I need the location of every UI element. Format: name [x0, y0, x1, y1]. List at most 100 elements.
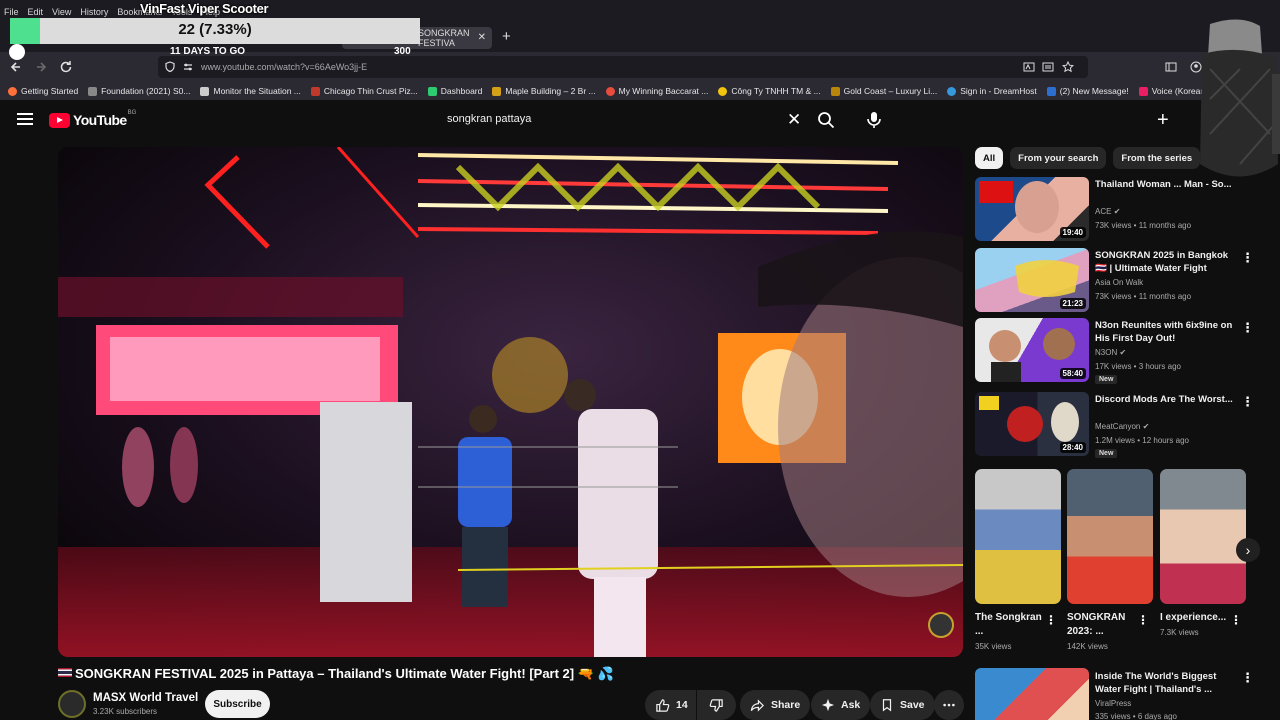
short-item[interactable]: I experience... 7.3K views ⋮	[1160, 469, 1246, 637]
more-actions-button[interactable]	[934, 690, 964, 720]
bookmark-item[interactable]: Foundation (2021) S0...	[88, 86, 190, 96]
search-query[interactable]: songkran pattaya	[447, 113, 531, 125]
channel-avatar[interactable]	[58, 690, 86, 718]
guide-menu-icon[interactable]	[17, 113, 33, 127]
bookmark-item[interactable]: Monitor the Situation ...	[200, 86, 301, 96]
reload-icon[interactable]	[58, 59, 74, 75]
short-title[interactable]: I experience...	[1160, 611, 1230, 625]
bookmark-item[interactable]: Dashboard	[427, 86, 483, 96]
permissions-icon[interactable]	[182, 61, 194, 73]
recommendation-title[interactable]: N3on Reunites with 6ix9ine on His First …	[1095, 319, 1235, 345]
chip-from-your-search[interactable]: From your search	[1010, 147, 1107, 169]
bookmark-label: Dashboard	[440, 86, 483, 96]
bookmark-item[interactable]: Getting Started	[8, 86, 78, 96]
bookmark-item[interactable]: Maple Building – 2 Br ...	[492, 86, 596, 96]
reader-icon[interactable]	[1042, 61, 1054, 73]
short-thumbnail[interactable]	[1160, 469, 1246, 604]
more-options-icon[interactable]: ⋮	[1241, 670, 1254, 686]
recommendation-item[interactable]: 21:23 SONGKRAN 2025 in Bangkok 🇹🇭 | Ulti…	[975, 248, 1275, 314]
bookmark-item[interactable]: Sign in - DreamHost	[947, 86, 1037, 96]
bookmark-item[interactable]: Gold Coast – Luxury Li...	[830, 86, 937, 96]
recommendation-meta: 17K views • 3 hours ago	[1095, 362, 1181, 371]
recommendation-title[interactable]: Inside The World's Biggest Water Fight |…	[1095, 670, 1235, 696]
bookmark-star-icon[interactable]	[1062, 61, 1074, 73]
more-options-icon[interactable]: ⋮	[1137, 613, 1149, 627]
bookmark-item[interactable]: My Winning Baccarat ...	[605, 86, 708, 96]
more-options-icon[interactable]: ⋮	[1241, 250, 1254, 266]
recommendation-title[interactable]: Thailand Woman ... Man - So...	[1095, 178, 1235, 191]
menu-edit[interactable]: Edit	[28, 7, 44, 17]
short-views: 142K views	[1067, 642, 1108, 651]
more-options-icon[interactable]: ⋮	[1230, 613, 1242, 627]
menu-history[interactable]: History	[80, 7, 108, 17]
recommendation-channel[interactable]: ViralPress	[1095, 699, 1131, 708]
recommendation-channel[interactable]: N3ON ✔	[1095, 348, 1126, 357]
recommendation-channel[interactable]: Asia On Walk	[1095, 278, 1143, 287]
recommendation-title[interactable]: SONGKRAN 2025 in Bangkok 🇹🇭 | Ultimate W…	[1095, 249, 1235, 275]
video-title-text: SONGKRAN FESTIVAL 2025 in Pattaya – Thai…	[75, 666, 614, 681]
more-options-icon[interactable]: ⋮	[1045, 613, 1057, 627]
share-button[interactable]: Share	[740, 690, 811, 720]
subscribe-button[interactable]: Subscribe	[205, 690, 270, 718]
more-options-icon[interactable]: ⋮	[1241, 394, 1254, 410]
like-button[interactable]: 14	[645, 690, 696, 720]
short-thumbnail[interactable]	[1067, 469, 1153, 604]
chevron-right-icon[interactable]: ›	[1236, 538, 1260, 562]
translate-icon[interactable]	[1023, 61, 1035, 73]
recommendation-item[interactable]: 28:40 Discord Mods Are The Worst... Meat…	[975, 392, 1275, 458]
video-player[interactable]	[58, 147, 963, 657]
menu-view[interactable]: View	[52, 7, 71, 17]
search-icon[interactable]	[816, 110, 836, 130]
recommendation-channel[interactable]: MeatCanyon ✔	[1095, 422, 1149, 431]
new-tab-icon[interactable]: +	[502, 28, 511, 45]
recommendation-item[interactable]: 58:40 N3on Reunites with 6ix9ine on His …	[975, 318, 1275, 384]
create-button[interactable]: +	[1157, 109, 1169, 132]
channel-name[interactable]: MASX World Travel	[93, 692, 198, 704]
youtube-logo[interactable]: YouTube BG	[49, 110, 136, 128]
bookmark-icon	[882, 699, 892, 712]
bookmark-item[interactable]: (2) New Message!	[1046, 86, 1129, 96]
menu-file[interactable]: File	[4, 7, 19, 17]
dislike-button[interactable]	[696, 690, 736, 720]
sidebar-toggle-icon[interactable]	[9, 44, 25, 60]
bookmark-item[interactable]: Công Ty TNHH TM & ...	[718, 86, 821, 96]
video-thumbnail[interactable]: 19:40	[975, 177, 1089, 241]
chip-all[interactable]: All	[975, 147, 1004, 169]
sidebar-icon[interactable]	[1165, 61, 1177, 73]
recommendation-item[interactable]: 19:40 Thailand Woman ... Man - So... ACE…	[975, 177, 1275, 243]
bookmark-label: (2) New Message!	[1059, 86, 1129, 96]
microphone-icon[interactable]	[864, 110, 884, 130]
shield-icon[interactable]	[164, 61, 176, 73]
video-thumbnail[interactable]	[975, 668, 1089, 720]
chip-from-the-series[interactable]: From the series	[1113, 147, 1201, 169]
recommendation-meta: 73K views • 11 months ago	[1095, 221, 1192, 230]
url-bar[interactable]: www.youtube.com/watch?v=66AeWo3jj-E	[158, 56, 1088, 78]
search-input[interactable]: songkran pattaya ✕	[437, 108, 809, 132]
sparkle-icon	[821, 698, 835, 712]
short-title[interactable]: SONGKRAN 2023: ...	[1067, 611, 1137, 639]
video-thumbnail[interactable]: 21:23	[975, 248, 1089, 312]
bookmark-item[interactable]: Chicago Thin Crust Piz...	[310, 86, 418, 96]
short-title[interactable]: The Songkran ...	[975, 611, 1045, 639]
recommendation-channel[interactable]: ACE ✔	[1095, 207, 1120, 216]
url-text[interactable]: www.youtube.com/watch?v=66AeWo3jj-E	[201, 62, 367, 72]
save-button[interactable]: Save	[870, 690, 935, 720]
verified-icon: ✔	[1113, 207, 1121, 216]
short-item[interactable]: The Songkran ... 35K views ⋮	[975, 469, 1061, 651]
video-thumbnail[interactable]: 28:40	[975, 392, 1089, 456]
ask-button[interactable]: Ask	[811, 690, 871, 720]
short-thumbnail[interactable]	[975, 469, 1061, 604]
goal-target: 300	[394, 46, 411, 57]
clear-search-icon[interactable]: ✕	[787, 110, 801, 130]
short-item[interactable]: SONGKRAN 2023: ... 142K views ⋮	[1067, 469, 1153, 651]
forward-icon[interactable]	[33, 59, 49, 75]
video-thumbnail[interactable]: 58:40	[975, 318, 1089, 382]
back-icon[interactable]	[8, 59, 24, 75]
more-options-icon[interactable]: ⋮	[1241, 320, 1254, 336]
channel-watermark-icon[interactable]	[928, 612, 954, 638]
recommendation-title[interactable]: Discord Mods Are The Worst...	[1095, 393, 1235, 406]
bookmarks-bar: Getting Started Foundation (2021) S0... …	[0, 82, 1280, 100]
recommendation-item[interactable]: Inside The World's Biggest Water Fight |…	[975, 668, 1275, 720]
tab-close-icon[interactable]: ✕	[478, 32, 486, 43]
goal-title: VinFast Viper Scooter	[140, 1, 269, 16]
